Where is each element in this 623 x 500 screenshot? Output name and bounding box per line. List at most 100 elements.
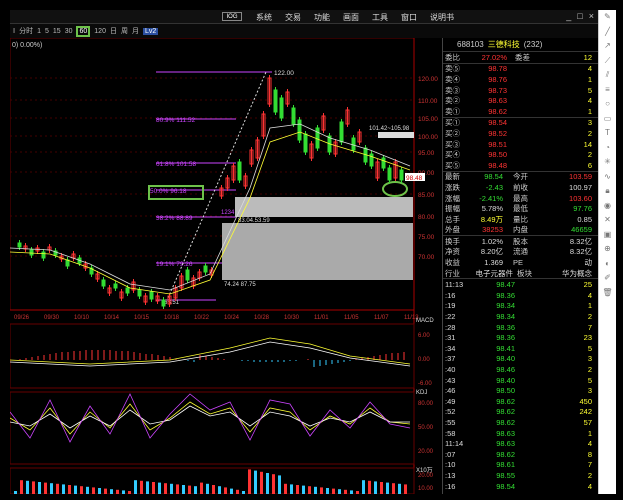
info2-label2: 股本 xyxy=(513,236,528,246)
rect-icon[interactable]: ▭ xyxy=(599,112,616,127)
chart-canvas[interactable]: 120.00110.00105.00100.0095.0090.0085.008… xyxy=(9,37,442,495)
volume-bar xyxy=(260,471,263,494)
menu-item-4[interactable]: 工具 xyxy=(372,12,388,23)
menu-item-0[interactable]: 系统 xyxy=(256,12,272,23)
tick-time: :22 xyxy=(445,312,456,322)
label-1234: 1234 xyxy=(221,210,235,216)
arrow-icon[interactable]: ↗ xyxy=(599,39,616,54)
zoom-icon[interactable]: ⊕ xyxy=(599,242,616,257)
tick-price: 98.62 xyxy=(496,396,515,406)
pen-icon[interactable]: ✎ xyxy=(599,10,616,25)
tick-volume: 450 xyxy=(579,396,592,406)
volume-bar xyxy=(140,480,143,494)
menu-item-5[interactable]: 窗口 xyxy=(401,12,417,23)
price-tick: 70.00 xyxy=(418,254,435,261)
period-2[interactable]: 1 xyxy=(37,28,41,35)
info-label2: 内盘 xyxy=(513,225,528,235)
tick-row: :34 98.41 5 xyxy=(443,343,598,354)
weibi-label: 委比 xyxy=(445,52,460,62)
label-box3: 74.24 87.75 xyxy=(224,282,256,288)
price-tick: 105.00 xyxy=(418,116,438,123)
info2-row-1: 净资 8.20亿 流通 8.32亿 xyxy=(443,247,598,258)
info-row-1: 涨跌 -2.43 前收 100.97 xyxy=(443,182,598,193)
window-control-2[interactable]: × xyxy=(589,11,594,21)
bid-row-4: 买⑤ 98.48 6 xyxy=(443,160,598,171)
text-icon[interactable]: T xyxy=(599,126,616,141)
gann-icon[interactable]: ✳ xyxy=(599,155,616,170)
delete-icon[interactable]: ✕ xyxy=(599,213,616,228)
volume-bar xyxy=(32,481,35,494)
trash-icon[interactable]: 🗑︎ xyxy=(599,286,616,301)
tick-time: :46 xyxy=(445,386,456,396)
period-4[interactable]: 15 xyxy=(53,28,61,35)
eye-icon[interactable]: ◉ xyxy=(599,199,616,214)
volume-bar xyxy=(308,486,311,494)
tick-row: :07 98.62 8 xyxy=(443,449,598,460)
info-value2: 0.85 xyxy=(577,214,592,224)
line-icon[interactable]: ╱ xyxy=(599,25,616,40)
volume-bar xyxy=(392,483,395,494)
candle-body xyxy=(279,97,284,119)
tick-time: :34 xyxy=(445,343,456,353)
app-window: IOG 系统 交易 功能 画面 工具 窗口 说明书 _ □ × Ⅰ 分时 1 5 15 30 60 120 日周… xyxy=(9,10,598,495)
ask-row-3-vol: 4 xyxy=(587,96,592,106)
period-selected[interactable]: 60 xyxy=(76,25,91,37)
ask-row-1-price: 98.76 xyxy=(488,74,507,84)
fib-icon[interactable]: ≡ xyxy=(599,83,616,98)
cycle-icon[interactable]: ◔ xyxy=(599,141,616,156)
info2-value: 8.20亿 xyxy=(480,247,503,257)
volume-bar xyxy=(134,480,137,494)
info-label2: 今开 xyxy=(513,172,528,182)
ray-icon[interactable]: ⟋ xyxy=(599,54,616,69)
tick-row: :10 98.61 7 xyxy=(443,460,598,471)
stock-name: 三德科技 xyxy=(487,40,520,49)
candle-body xyxy=(137,289,142,297)
menu-item-2[interactable]: 功能 xyxy=(314,12,330,23)
tick-time: :58 xyxy=(445,428,456,438)
menu-item-3[interactable]: 画面 xyxy=(343,12,359,23)
weicha-label: 委差 xyxy=(515,52,530,62)
circle-icon[interactable]: ○ xyxy=(599,97,616,112)
info2-value2: 动 xyxy=(584,258,593,268)
ask-row-4-label: 卖① xyxy=(445,106,460,116)
channel-icon[interactable]: ⫽ xyxy=(599,68,616,83)
date-tick: 10/15 xyxy=(134,315,150,321)
info-value2: 97.76 xyxy=(573,204,592,214)
color-icon[interactable]: ◐ xyxy=(599,257,616,272)
quote-info: 最新 98.54 今开 103.59 涨跌 -2.43 前收 100.97 涨幅 -2.41% 最高… xyxy=(443,170,598,236)
volume-bar xyxy=(158,482,161,494)
tick-price: 98.63 xyxy=(496,439,515,449)
date-tick: 11/05 xyxy=(344,315,359,321)
tick-volume: 3 xyxy=(587,386,592,396)
save-icon[interactable]: ▣ xyxy=(599,228,616,243)
menu-item-6[interactable]: 说明书 xyxy=(430,12,454,23)
lock-icon[interactable]: 🔒︎ xyxy=(599,184,616,199)
wave-icon[interactable]: ∿ xyxy=(599,170,616,185)
period-after-3[interactable]: 月 xyxy=(132,26,139,36)
menu-item-1[interactable]: 交易 xyxy=(285,12,301,23)
tick-row: :40 98.46 2 xyxy=(443,364,598,375)
period-0[interactable]: Ⅰ xyxy=(13,27,15,35)
tick-time: :49 xyxy=(445,396,456,406)
tick-volume: 25 xyxy=(583,280,592,290)
kline-chart[interactable]: 120.00 110.00 105.00 100.00 95.00 90.00 85.00 8… xyxy=(9,37,442,495)
period-after-0[interactable]: 120 xyxy=(94,28,106,35)
window-control-0[interactable]: _ xyxy=(566,11,571,21)
period-after-2[interactable]: 周 xyxy=(121,26,128,36)
label-box2: 83.04.53.59 xyxy=(238,218,270,224)
tick-row: :16 98.36 4 xyxy=(443,290,598,301)
brush-icon[interactable]: ✐ xyxy=(599,271,616,286)
period-3[interactable]: 5 xyxy=(45,28,49,35)
app-logo: IOG xyxy=(222,12,242,21)
tick-time: :28 xyxy=(445,322,456,332)
period-after-1[interactable]: 日 xyxy=(110,26,117,36)
window-control-1[interactable]: □ xyxy=(577,11,582,21)
period-1[interactable]: 分时 xyxy=(19,26,33,36)
lv2-button[interactable]: Lv2 xyxy=(142,27,159,35)
tick-time: :37 xyxy=(445,354,456,364)
tick-list[interactable]: 11:13 98.47 25:16 98.36 4:19 98.34 1:22 98.34 2:… xyxy=(443,278,598,491)
period-5[interactable]: 30 xyxy=(65,28,73,35)
volume-bar xyxy=(62,484,65,494)
info-label2: 最高 xyxy=(513,193,528,203)
candle-body xyxy=(339,121,344,143)
